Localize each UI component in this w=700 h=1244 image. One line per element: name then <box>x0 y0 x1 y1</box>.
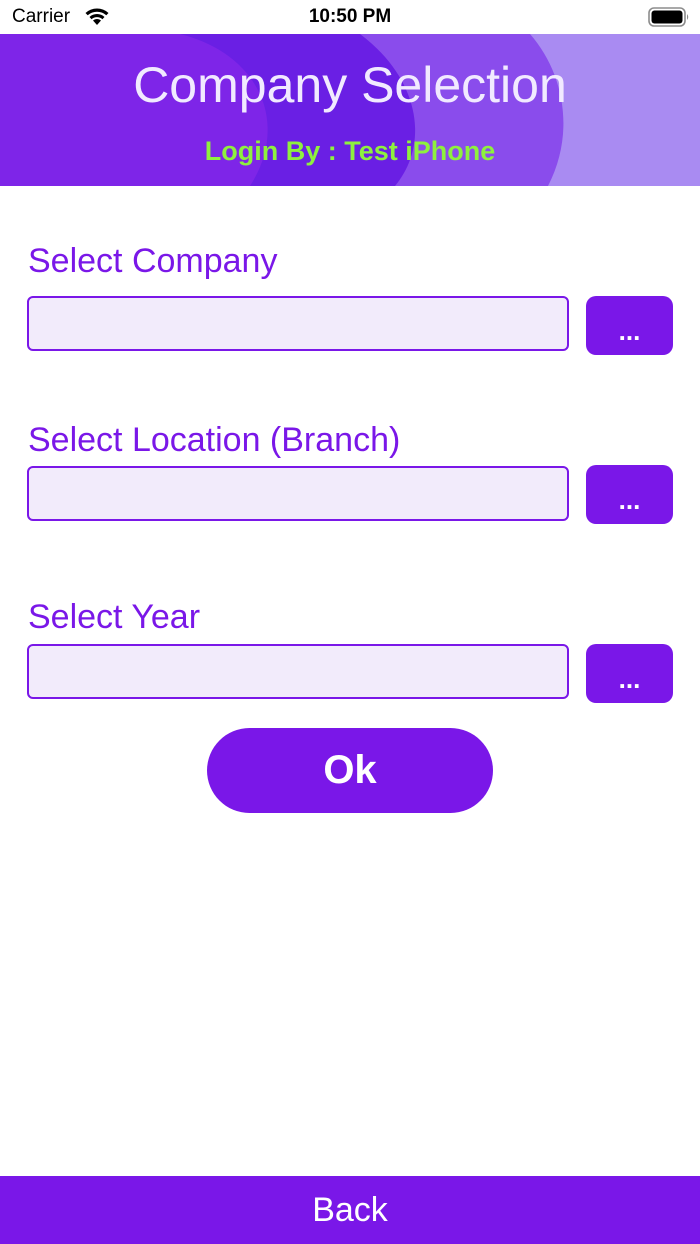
year-picker-button[interactable]: ... <box>586 644 673 703</box>
year-input[interactable] <box>27 644 569 699</box>
year-label: Select Year <box>28 598 201 636</box>
header: Company Selection Login By : Test iPhone <box>0 34 700 186</box>
back-button[interactable]: Back <box>0 1176 700 1244</box>
status-time: 10:50 PM <box>308 6 392 27</box>
company-picker-button[interactable]: ... <box>586 296 673 355</box>
login-by-label: Login By : Test iPhone <box>204 136 496 166</box>
company-input[interactable] <box>27 296 569 351</box>
status-bar: Carrier 10:50 PM <box>0 0 700 34</box>
ok-button[interactable]: Ok <box>207 728 493 813</box>
page-title: Company Selection <box>133 57 567 113</box>
location-label: Select Location (Branch) <box>28 421 401 459</box>
location-picker-button[interactable]: ... <box>586 465 673 524</box>
company-label: Select Company <box>28 242 278 280</box>
battery-icon <box>648 7 689 27</box>
location-input[interactable] <box>27 466 569 521</box>
